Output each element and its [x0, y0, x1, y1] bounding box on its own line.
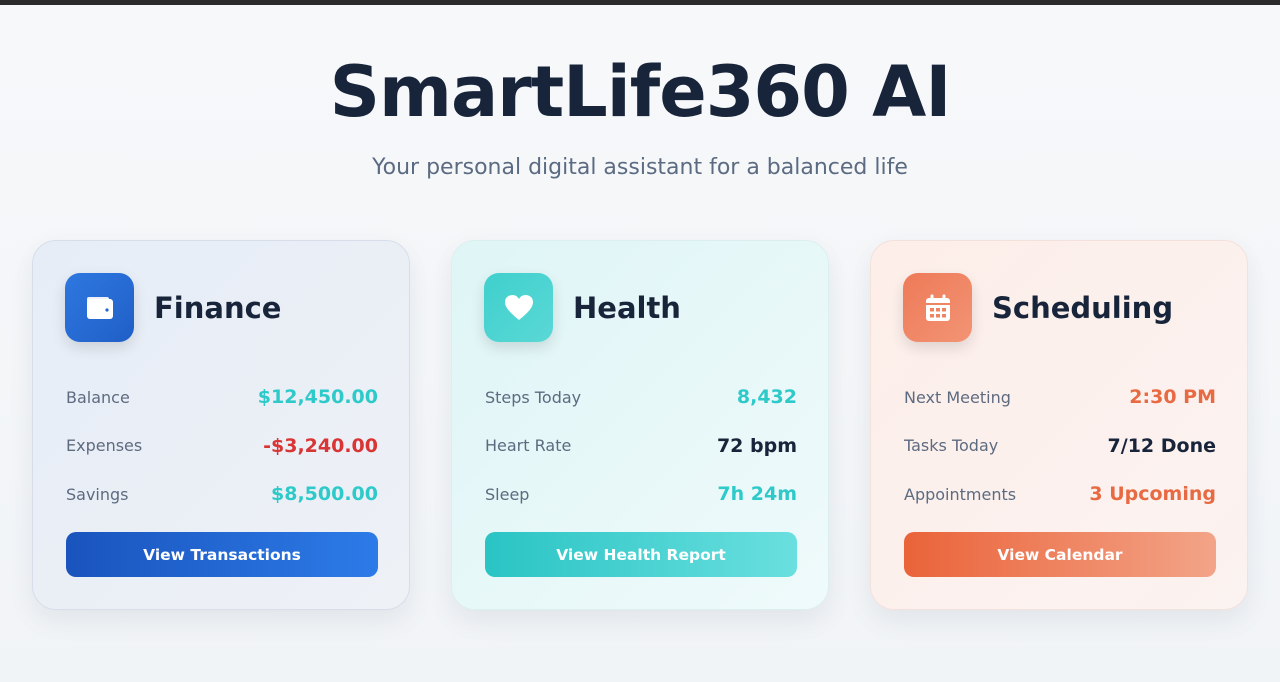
health-card-header: Health — [484, 273, 681, 342]
stat-label: Expenses — [66, 436, 143, 456]
hero-header: SmartLife360 AI Your personal digital as… — [0, 50, 1280, 182]
scheduling-card: Scheduling Next Meeting 2:30 PM Tasks To… — [870, 240, 1248, 610]
stat-label: Sleep — [485, 484, 530, 504]
page-subtitle: Your personal digital assistant for a ba… — [372, 155, 908, 180]
finance-card-header: Finance — [65, 273, 281, 342]
view-health-report-button[interactable]: View Health Report — [485, 532, 797, 577]
scheduling-card-header: Scheduling — [903, 273, 1173, 342]
stat-label: Tasks Today — [904, 436, 999, 456]
finance-row-balance: Balance $12,450.00 — [66, 373, 378, 422]
view-transactions-button[interactable]: View Transactions — [66, 532, 378, 577]
finance-row-savings: Savings $8,500.00 — [66, 470, 378, 519]
stat-value: 7h 24m — [717, 483, 797, 506]
scheduling-stats: Next Meeting 2:30 PM Tasks Today 7/12 Do… — [904, 373, 1216, 519]
wallet-icon — [65, 273, 134, 342]
top-bar — [0, 0, 1280, 5]
finance-card-title: Finance — [154, 290, 282, 325]
finance-card: Finance Balance $12,450.00 Expenses -$3,… — [32, 240, 410, 610]
stat-label: Steps Today — [485, 387, 582, 407]
stat-label: Balance — [66, 387, 130, 407]
stat-value: 72 bpm — [716, 434, 797, 457]
stat-label: Heart Rate — [485, 436, 572, 456]
scheduling-card-title: Scheduling — [992, 290, 1174, 325]
view-calendar-button[interactable]: View Calendar — [904, 532, 1216, 577]
scheduling-row-appointments: Appointments 3 Upcoming — [904, 470, 1216, 519]
heart-icon — [484, 273, 553, 342]
stat-value: 3 Upcoming — [1089, 483, 1216, 506]
stat-value: -$3,240.00 — [263, 434, 378, 457]
stat-value: 8,432 — [736, 386, 797, 409]
finance-row-expenses: Expenses -$3,240.00 — [66, 422, 378, 471]
health-card-title: Health — [573, 290, 681, 325]
stat-label: Appointments — [904, 484, 1017, 504]
stat-label: Savings — [66, 484, 129, 504]
stat-value: 7/12 Done — [1107, 434, 1216, 457]
health-card: Health Steps Today 8,432 Heart Rate 72 b… — [451, 240, 829, 610]
stat-value: $12,450.00 — [257, 386, 378, 409]
calendar-icon — [903, 273, 972, 342]
scheduling-row-next-meeting: Next Meeting 2:30 PM — [904, 373, 1216, 422]
health-row-steps: Steps Today 8,432 — [485, 373, 797, 422]
stat-value: 2:30 PM — [1129, 386, 1216, 409]
stat-label: Next Meeting — [904, 387, 1011, 407]
health-row-heart-rate: Heart Rate 72 bpm — [485, 422, 797, 471]
health-row-sleep: Sleep 7h 24m — [485, 470, 797, 519]
scheduling-row-tasks: Tasks Today 7/12 Done — [904, 422, 1216, 471]
health-stats: Steps Today 8,432 Heart Rate 72 bpm Slee… — [485, 373, 797, 519]
page-title: SmartLife360 AI — [329, 51, 952, 133]
stat-value: $8,500.00 — [271, 483, 378, 506]
finance-stats: Balance $12,450.00 Expenses -$3,240.00 S… — [66, 373, 378, 519]
